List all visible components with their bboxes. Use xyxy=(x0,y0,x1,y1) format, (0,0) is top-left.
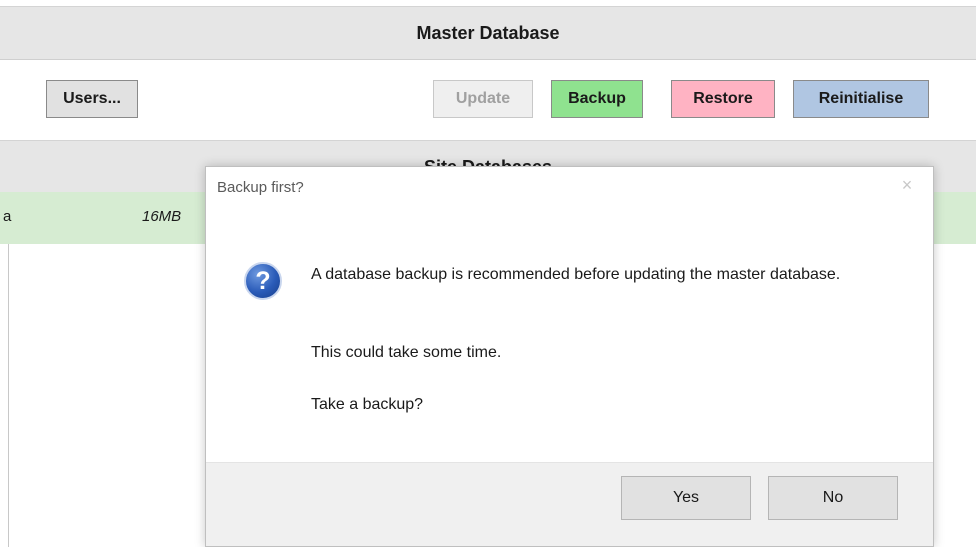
dialog-title: Backup first? xyxy=(217,179,304,196)
backup-button[interactable]: Backup xyxy=(551,80,643,118)
no-button[interactable]: No xyxy=(768,476,898,520)
dialog-message-recommendation: A database backup is recommended before … xyxy=(311,266,841,283)
master-database-header: Master Database xyxy=(0,6,976,60)
site-name: a xyxy=(3,208,12,225)
master-toolbar: Users... Update Backup Restore Reinitial… xyxy=(0,60,976,140)
reinitialise-button[interactable]: Reinitialise xyxy=(793,80,929,118)
question-icon: ? xyxy=(244,262,282,300)
app-window: Master Database Users... Update Backup R… xyxy=(0,0,976,547)
dialog-footer: Yes No xyxy=(206,462,933,546)
close-icon[interactable]: × xyxy=(895,175,919,196)
yes-button[interactable]: Yes xyxy=(621,476,751,520)
restore-button[interactable]: Restore xyxy=(671,80,775,118)
update-button[interactable]: Update xyxy=(433,80,533,118)
site-size: 16MB xyxy=(142,208,182,225)
list-border xyxy=(8,244,9,547)
master-database-title: Master Database xyxy=(416,23,560,43)
dialog-message-question: Take a backup? xyxy=(311,396,424,413)
dialog-message-time: This could take some time. xyxy=(311,344,502,361)
users-button[interactable]: Users... xyxy=(46,80,138,118)
backup-confirm-dialog: Backup first? × ? A database backup is r… xyxy=(205,166,934,547)
